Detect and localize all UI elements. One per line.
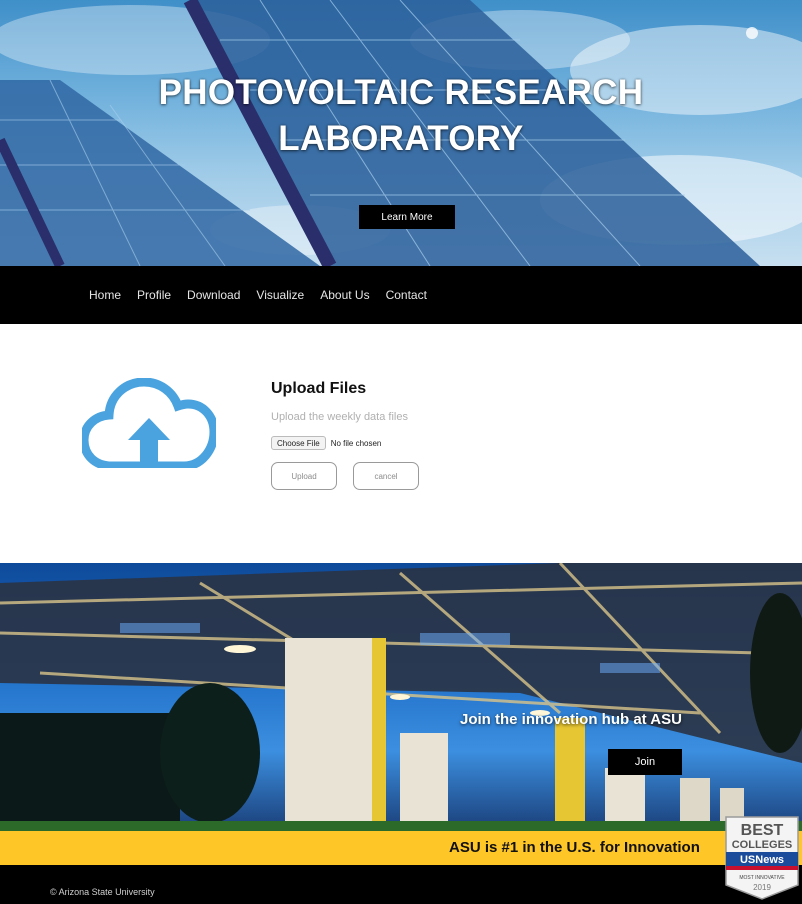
learn-more-button[interactable]: Learn More (359, 205, 455, 229)
copyright-text: © Arizona State University (50, 887, 155, 897)
join-button[interactable]: Join (608, 749, 682, 775)
nav-item-home[interactable]: Home (89, 288, 121, 302)
footer: © Arizona State University (0, 865, 802, 904)
nav-item-about-us[interactable]: About Us (320, 288, 369, 302)
nav-item-profile[interactable]: Profile (137, 288, 171, 302)
svg-text:BEST: BEST (741, 822, 784, 839)
innovation-strip: ASU is #1 in the U.S. for Innovation (0, 831, 802, 865)
svg-text:COLLEGES: COLLEGES (732, 839, 793, 851)
svg-text:MOST INNOVATIVE: MOST INNOVATIVE (739, 875, 785, 881)
nav-item-visualize[interactable]: Visualize (256, 288, 304, 302)
page-title: PHOTOVOLTAIC RESEARCH LABORATORY (0, 70, 802, 162)
solar-canopy-photo (0, 563, 802, 831)
nav-item-contact[interactable]: Contact (386, 288, 427, 302)
main-navigation: Home Profile Download Visualize About Us… (0, 266, 802, 324)
choose-file-button[interactable]: Choose File (271, 436, 326, 450)
nav-list: Home Profile Download Visualize About Us… (89, 266, 443, 324)
svg-text:USNews: USNews (740, 854, 784, 866)
title-line-2: LABORATORY (278, 119, 524, 158)
upload-button[interactable]: Upload (271, 462, 337, 490)
campus-banner: Join the innovation hub at ASU Join (0, 563, 802, 831)
cloud-upload-icon (82, 378, 216, 468)
join-headline: Join the innovation hub at ASU (460, 711, 682, 728)
title-line-1: PHOTOVOLTAIC RESEARCH (158, 73, 644, 112)
hero-banner: PHOTOVOLTAIC RESEARCH LABORATORY Learn M… (0, 0, 802, 266)
upload-subtitle: Upload the weekly data files (271, 411, 408, 423)
upload-title: Upload Files (271, 380, 367, 397)
innovation-text: ASU is #1 in the U.S. for Innovation (449, 839, 700, 856)
nav-item-download[interactable]: Download (187, 288, 240, 302)
cancel-button[interactable]: cancel (353, 462, 419, 490)
file-status: No file chosen (330, 438, 382, 448)
best-colleges-badge: BEST COLLEGES USNews MOST INNOVATIVE 201… (725, 816, 799, 900)
svg-text:2019: 2019 (753, 883, 771, 892)
file-picker: Choose File No file chosen (271, 436, 381, 450)
upload-section: Upload Files Upload the weekly data file… (0, 324, 802, 563)
